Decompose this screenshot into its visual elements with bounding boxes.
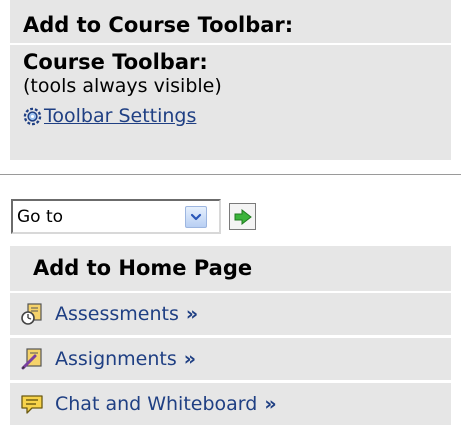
course-toolbar-note: (tools always visible) — [23, 75, 222, 97]
assessment-icon — [20, 302, 44, 326]
more-chevron-icon[interactable]: » — [264, 393, 276, 415]
chat-bubble-icon — [20, 392, 44, 416]
course-toolbar-title: Course Toolbar: — [23, 50, 208, 74]
toolbar-settings-row[interactable]: Toolbar Settings — [23, 101, 451, 131]
tool-item-label[interactable]: Assessments — [55, 303, 179, 325]
chevron-down-icon[interactable] — [185, 205, 207, 228]
add-to-home-page-heading: Add to Home Page — [10, 246, 451, 291]
tool-item-assignments[interactable]: Assignments » — [10, 338, 451, 380]
tool-item-label[interactable]: Chat and Whiteboard — [55, 393, 257, 415]
tool-item-chat-and-whiteboard[interactable]: Chat and Whiteboard » — [10, 383, 451, 425]
goto-select[interactable]: Go to — [11, 199, 221, 234]
assignment-icon — [20, 347, 44, 371]
toolbar-settings-link[interactable]: Toolbar Settings — [44, 104, 196, 128]
goto-select-value: Go to — [17, 206, 64, 227]
more-chevron-icon[interactable]: » — [184, 348, 196, 370]
gear-icon — [23, 107, 42, 125]
section-divider — [0, 174, 461, 175]
tool-item-assessments[interactable]: Assessments » — [10, 293, 451, 335]
add-to-course-toolbar-heading: Add to Course Toolbar: — [10, 0, 451, 43]
course-toolbar-box: Course Toolbar: (tools always visible) T… — [10, 45, 451, 160]
go-button[interactable] — [229, 203, 256, 230]
more-chevron-icon[interactable]: » — [186, 303, 198, 325]
green-arrow-right-icon — [234, 208, 252, 225]
tool-item-label[interactable]: Assignments — [55, 348, 177, 370]
course-tools-panel: Add to Course Toolbar: Course Toolbar: (… — [0, 0, 461, 447]
